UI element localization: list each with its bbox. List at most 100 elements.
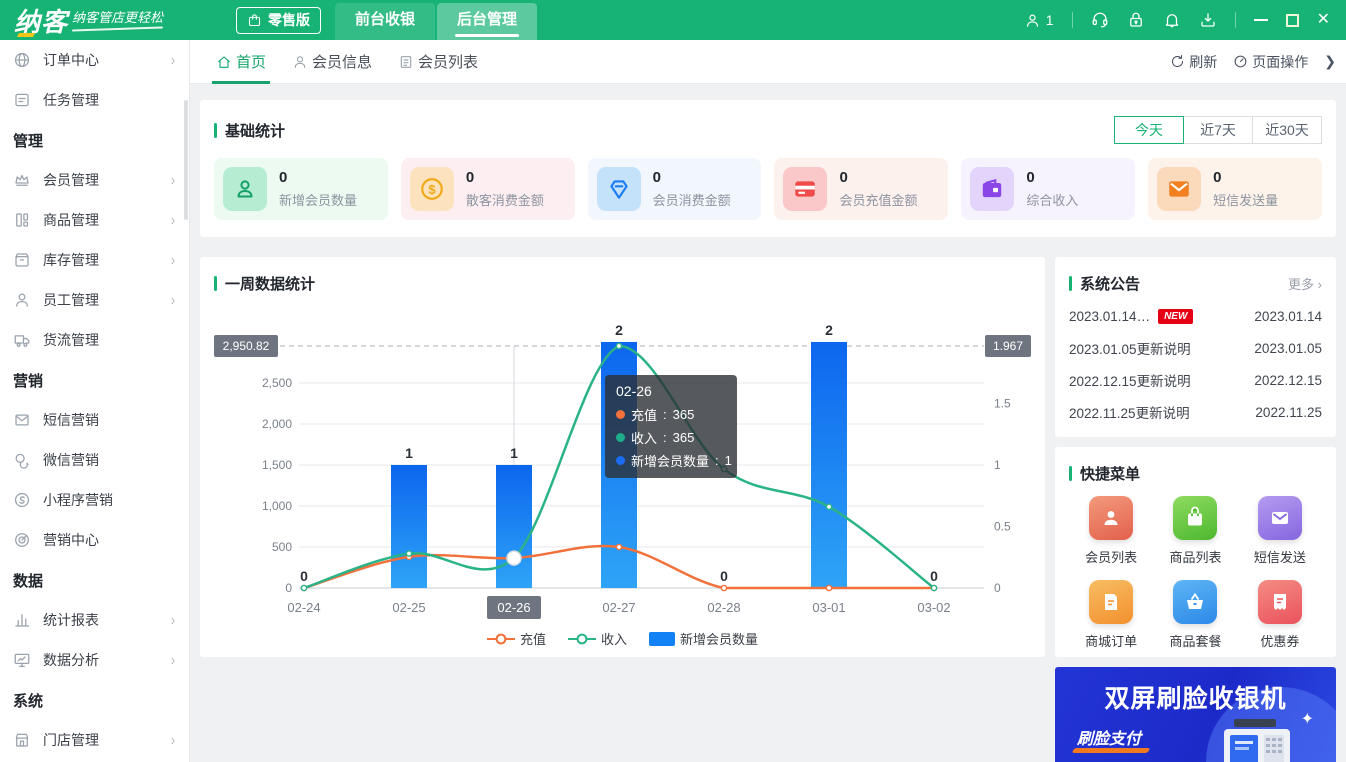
legend-item-recharge[interactable]: 充值: [487, 629, 546, 648]
tooltip-row: 收入:365: [616, 428, 726, 447]
legend-label: 充值: [520, 629, 546, 648]
quick-menu-grid: 会员列表 商品列表 短信发送: [1069, 496, 1322, 650]
svg-text:0.5: 0.5: [994, 519, 1011, 533]
svg-text:02-28: 02-28: [707, 600, 740, 615]
miniprogram-icon: [13, 491, 31, 509]
sidebar-item-store-mgmt[interactable]: 门店管理›: [0, 720, 189, 760]
window-close-button[interactable]: ✕: [1317, 12, 1330, 28]
sidebar-item-label: 微信营销: [43, 450, 99, 470]
version-button[interactable]: 零售版: [236, 7, 321, 34]
stat-card-total-income: 0综合收入: [961, 158, 1135, 220]
nav-tab-cashier[interactable]: 前台收银: [335, 3, 435, 40]
envelope-icon-wrap: [1157, 167, 1201, 211]
divider: [1072, 12, 1073, 28]
tab-label: 会员信息: [312, 51, 372, 72]
notice-more-link[interactable]: 更多 ›: [1288, 274, 1322, 293]
notice-row[interactable]: 2022.12.15更新说明 2022.12.15: [1069, 364, 1322, 396]
notice-row[interactable]: 2023.01.14… NEW 2023.01.14: [1069, 300, 1322, 332]
quick-item-product-list[interactable]: 商品列表: [1153, 496, 1237, 566]
range-button-today[interactable]: 今天: [1114, 116, 1184, 144]
sidebar-item-order-center[interactable]: 订单中心›: [0, 40, 189, 80]
right-column: 系统公告 更多 › 2023.01.14… NEW 2023.01.14 202…: [1055, 257, 1336, 762]
gauge-icon: [1233, 54, 1248, 69]
list-icon: [398, 54, 414, 70]
tooltip-label: 收入: [631, 428, 657, 447]
tab-home[interactable]: 首页: [216, 40, 266, 84]
stat-label: 短信发送量: [1213, 190, 1278, 209]
svg-text:1,500: 1,500: [262, 458, 292, 472]
window-minimize-button[interactable]: [1254, 19, 1268, 21]
download-icon[interactable]: [1199, 11, 1217, 29]
week-stats-panel: 一周数据统计 05001,0001,5002,0002,50000.511.52…: [200, 257, 1045, 657]
svg-text:02-27: 02-27: [602, 600, 635, 615]
brand-area: 纳客 纳客管店更轻松: [0, 2, 190, 39]
stat-cards: 0新增会员数量 $ 0散客消费金额 0会员消费金额: [214, 158, 1322, 220]
legend-item-new-members[interactable]: 新增会员数量: [649, 629, 758, 648]
sms-send-icon: [1258, 496, 1302, 540]
sidebar-item-product-mgmt[interactable]: 商品管理›: [0, 200, 189, 240]
notice-row[interactable]: 2022.11.25更新说明 2022.11.25: [1069, 396, 1322, 428]
range-button-30days[interactable]: 近30天: [1252, 116, 1322, 144]
tab-member-list[interactable]: 会员列表: [398, 40, 478, 84]
person-icon: [1099, 506, 1123, 530]
window-maximize-button[interactable]: [1286, 14, 1299, 27]
sidebar-item-stat-reports[interactable]: 统计报表›: [0, 600, 189, 640]
svg-text:1,000: 1,000: [262, 499, 292, 513]
wallet-icon: [979, 176, 1005, 202]
sidebar-item-task-mgmt[interactable]: 任务管理: [0, 80, 189, 120]
stat-value: 0: [653, 169, 731, 186]
sidebar-item-wechat-marketing[interactable]: 微信营销: [0, 440, 189, 480]
quick-item-mall-orders[interactable]: 商城订单: [1069, 580, 1153, 650]
truck-icon: [13, 331, 31, 349]
sidebar-item-logistics-mgmt[interactable]: 货流管理: [0, 320, 189, 360]
new-badge: NEW: [1158, 309, 1193, 324]
notice-row[interactable]: 2023.01.05更新说明 2023.01.05: [1069, 332, 1322, 364]
range-button-7days[interactable]: 近7天: [1183, 116, 1253, 144]
sidebar-item-miniprogram-marketing[interactable]: 小程序营销: [0, 480, 189, 520]
shopping-bag-icon: [247, 13, 262, 28]
headset-icon[interactable]: [1091, 11, 1109, 29]
bell-icon[interactable]: [1163, 11, 1181, 29]
product-list-icon: [1173, 496, 1217, 540]
svg-text:500: 500: [272, 540, 292, 554]
chevron-right-icon[interactable]: ❯: [1324, 53, 1338, 70]
lock-icon[interactable]: [1127, 11, 1145, 29]
home-icon: [216, 54, 232, 70]
sidebar-item-marketing-center[interactable]: 营销中心: [0, 520, 189, 560]
chevron-right-icon: ›: [171, 211, 175, 229]
tooltip-sep: :: [663, 430, 667, 445]
tooltip-label: 充值: [631, 405, 657, 424]
quick-item-coupon[interactable]: 优惠券: [1238, 580, 1322, 650]
stat-card-sms-sent: 0短信发送量: [1148, 158, 1322, 220]
quick-item-sms-send[interactable]: 短信发送: [1238, 496, 1322, 566]
header-nav: 前台收银 后台管理: [335, 0, 537, 40]
crown-icon: [13, 171, 31, 189]
quick-item-member-list[interactable]: 会员列表: [1069, 496, 1153, 566]
notice-date: 2022.12.15: [1254, 373, 1322, 388]
quick-item-product-bundle[interactable]: 商品套餐: [1153, 580, 1237, 650]
stat-label: 综合收入: [1026, 190, 1078, 209]
svg-text:2: 2: [825, 322, 833, 338]
legend-item-income[interactable]: 收入: [568, 629, 627, 648]
sidebar-item-data-analysis[interactable]: 数据分析›: [0, 640, 189, 680]
target-icon: [13, 531, 31, 549]
svg-text:0: 0: [720, 568, 728, 584]
svg-text:0: 0: [930, 568, 938, 584]
sidebar-item-sms-marketing[interactable]: 短信营销: [0, 400, 189, 440]
tooltip-label: 新增会员数量: [631, 451, 709, 470]
chevron-right-icon: ›: [171, 171, 175, 189]
nav-tab-admin[interactable]: 后台管理: [437, 3, 537, 40]
sidebar-item-member-mgmt[interactable]: 会员管理›: [0, 160, 189, 200]
sidebar-item-label: 门店管理: [43, 730, 99, 750]
stats-range-group: 今天 近7天 近30天: [1115, 116, 1322, 144]
refresh-button[interactable]: 刷新: [1170, 52, 1217, 72]
sidebar-item-staff-mgmt[interactable]: 员工管理›: [0, 280, 189, 320]
chart-tooltip: 02-26 充值:365 收入:365 新增会员数量:1: [605, 375, 737, 478]
user-account-button[interactable]: 1: [1024, 12, 1054, 29]
page-operations-button[interactable]: 页面操作: [1233, 52, 1308, 72]
quick-item-label: 商城订单: [1069, 631, 1153, 650]
sidebar-item-inventory-mgmt[interactable]: 库存管理›: [0, 240, 189, 280]
box-icon: [13, 251, 31, 269]
ad-banner[interactable]: 双屏刷脸收银机 刷脸支付 ✦: [1055, 667, 1336, 762]
tab-member-info[interactable]: 会员信息: [292, 40, 372, 84]
